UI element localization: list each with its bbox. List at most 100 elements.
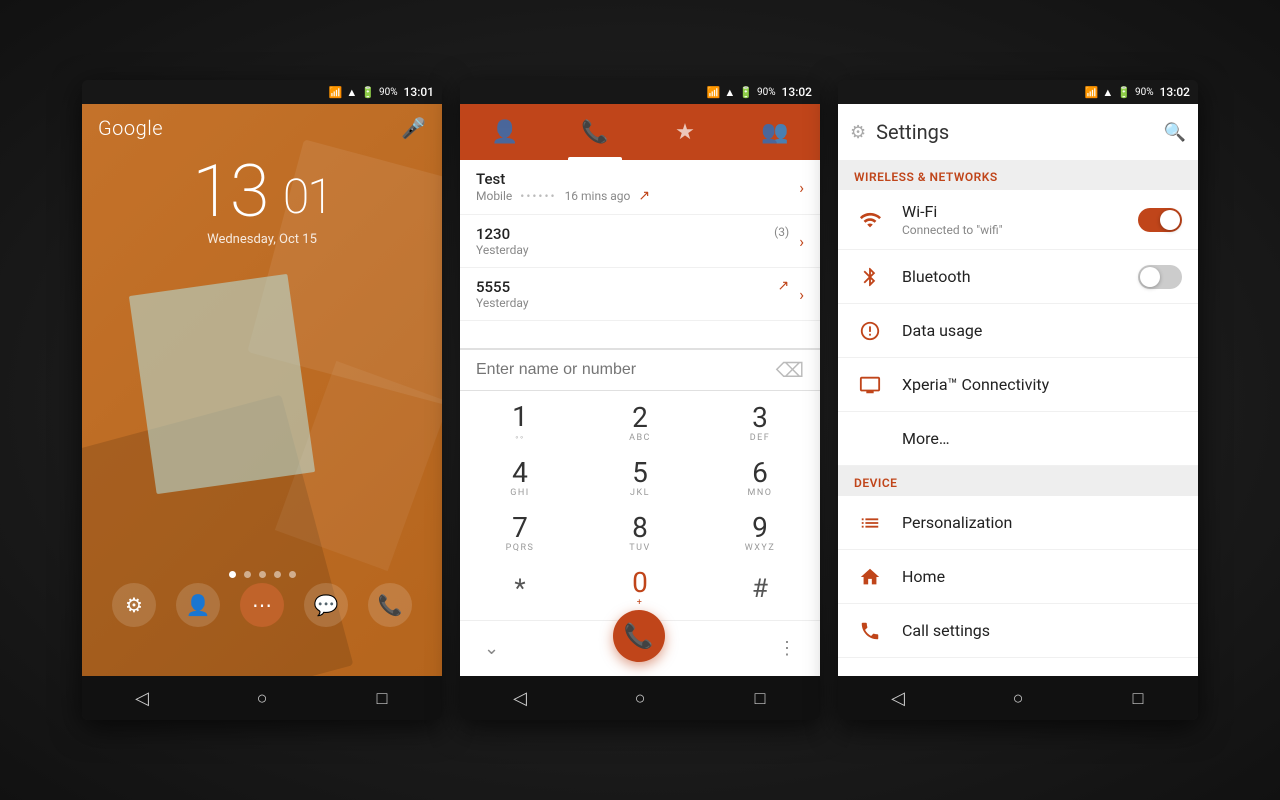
settings-more[interactable]: More… — [838, 412, 1198, 466]
call-number-test: •••••• — [520, 189, 556, 203]
settings-search-bar: Settings — [876, 120, 1153, 144]
call-name-1230: 1230 — [476, 225, 510, 243]
call-nav-5555[interactable]: › — [799, 285, 804, 304]
home-clock: 13 01 Wednesday, Oct 15 — [82, 156, 442, 247]
google-logo: Google — [98, 116, 163, 140]
key-8[interactable]: 8 TUV — [580, 506, 700, 561]
data-text: Data usage — [902, 321, 1182, 340]
dialer-input[interactable] — [476, 361, 776, 379]
status-time-dialer: 13:02 — [782, 85, 812, 99]
battery-level-d: 90% — [757, 87, 776, 98]
dock-contacts[interactable]: 👤 — [176, 583, 220, 627]
key-1[interactable]: 1 ◦◦ — [460, 395, 580, 451]
key-3[interactable]: 3 DEF — [700, 395, 820, 451]
data-label: Data usage — [902, 321, 1182, 340]
key-hash-sym: # — [752, 574, 768, 604]
status-bar-dialer: 📶 ▲ 🔋 90% 13:02 — [460, 80, 820, 104]
dock-phone[interactable]: 📞 — [368, 583, 412, 627]
settings-personalization[interactable]: Personalization — [838, 496, 1198, 550]
call-item-test[interactable]: Test Mobile •••••• 16 mins ago ↗ › — [460, 160, 820, 215]
signal-icon-d: ▲ — [724, 86, 735, 99]
wifi-sub: Connected to "wifi" — [902, 223, 1138, 237]
key-5-sub: JKL — [630, 488, 650, 498]
dock-messages[interactable]: 💬 — [304, 583, 348, 627]
collapse-icon[interactable]: ⌄ — [484, 638, 499, 659]
key-9[interactable]: 9 WXYZ — [700, 506, 820, 561]
call-text: Call settings — [902, 621, 1182, 640]
battery-icon-s: 🔋 — [1117, 86, 1131, 99]
data-icon — [854, 320, 886, 342]
key-7-sub: PQRS — [506, 543, 535, 553]
settings-call[interactable]: Call settings — [838, 604, 1198, 658]
battery-icon-d: 🔋 — [739, 86, 753, 99]
call-info-test: Test Mobile •••••• 16 mins ago ↗ — [476, 170, 789, 204]
settings-bluetooth[interactable]: Bluetooth — [838, 250, 1198, 304]
section-device: DEVICE — [838, 466, 1198, 496]
key-9-sub: WXYZ — [745, 543, 775, 553]
dialer-body: Test Mobile •••••• 16 mins ago ↗ › 1230 … — [460, 160, 820, 676]
key-3-sub: DEF — [750, 433, 771, 443]
call-detail-1230: Yesterday — [476, 243, 789, 257]
tab-contacts[interactable]: 👤 — [460, 104, 550, 160]
wifi-icon-setting — [854, 209, 886, 231]
nav-home[interactable]: ○ — [244, 680, 280, 716]
call-time-test: 16 mins ago — [565, 189, 631, 203]
settings-header: ⚙ Settings 🔍 — [838, 104, 1198, 160]
nav-back-d[interactable]: ◁ — [502, 680, 538, 716]
key-1-num: 1 — [512, 403, 528, 431]
mic-icon[interactable]: 🎤 — [401, 116, 426, 140]
settings-home[interactable]: Home — [838, 550, 1198, 604]
bt-toggle[interactable] — [1138, 265, 1182, 289]
nav-recent-s[interactable]: □ — [1120, 680, 1156, 716]
shape-3 — [129, 274, 315, 494]
bt-text: Bluetooth — [902, 267, 1138, 286]
nav-recent[interactable]: □ — [364, 680, 400, 716]
dock-settings[interactable]: ⚙ — [112, 583, 156, 627]
settings-gear-icon: ⚙ — [850, 122, 866, 143]
wifi-toggle[interactable] — [1138, 208, 1182, 232]
xperia-icon — [854, 374, 886, 396]
nav-recent-d[interactable]: □ — [742, 680, 778, 716]
nav-home-d[interactable]: ○ — [622, 680, 658, 716]
section-wireless: WIRELESS & NETWORKS — [838, 160, 1198, 190]
key-star[interactable]: * — [460, 561, 580, 616]
key-2[interactable]: 2 ABC — [580, 395, 700, 451]
settings-xperia[interactable]: Xperia™ Connectivity — [838, 358, 1198, 412]
nav-back-s[interactable]: ◁ — [880, 680, 916, 716]
dial-button[interactable]: 📞 — [613, 610, 665, 662]
nav-back[interactable]: ◁ — [124, 680, 160, 716]
phone-home: 📶 ▲ 🔋 90% 13:01 Google 🎤 13 01 Wednesday… — [82, 80, 442, 720]
wifi-icon-d: 📶 — [707, 86, 721, 99]
status-icons-settings: 📶 ▲ 🔋 90% — [1085, 86, 1154, 99]
call-item-1230[interactable]: 1230 (3) Yesterday › — [460, 215, 820, 268]
wifi-label: Wi-Fi — [902, 202, 1138, 221]
key-5[interactable]: 5 JKL — [580, 451, 700, 506]
key-6[interactable]: 6 MNO — [700, 451, 820, 506]
call-nav-test[interactable]: › — [799, 178, 804, 197]
call-time-1230: Yesterday — [476, 243, 529, 257]
nav-home-s[interactable]: ○ — [1000, 680, 1036, 716]
key-2-sub: ABC — [629, 433, 651, 443]
call-nav-1230[interactable]: › — [799, 232, 804, 251]
settings-sound[interactable]: Sound — [838, 658, 1198, 676]
key-0[interactable]: 0 + — [580, 561, 700, 616]
key-hash[interactable]: # — [700, 561, 820, 616]
call-info-1230: 1230 (3) Yesterday — [476, 225, 789, 257]
dock-apps[interactable]: ⋯ — [240, 583, 284, 627]
home-screen: Google 🎤 13 01 Wednesday, Oct 15 ⚙ 👤 ⋯ 💬… — [82, 104, 442, 676]
tab-groups[interactable]: 👥 — [730, 104, 820, 160]
backspace-icon[interactable]: ⌫ — [776, 358, 804, 382]
call-label: Call settings — [902, 621, 1182, 640]
call-item-5555[interactable]: 5555 ↗ Yesterday › — [460, 268, 820, 321]
personalization-label: Personalization — [902, 513, 1182, 532]
settings-search-icon[interactable]: 🔍 — [1164, 122, 1186, 143]
tab-favorites[interactable]: ★ — [640, 104, 730, 160]
key-4[interactable]: 4 GHI — [460, 451, 580, 506]
key-9-num: 9 — [752, 514, 768, 542]
more-options-icon[interactable]: ⋮ — [778, 638, 796, 659]
settings-wifi[interactable]: Wi-Fi Connected to "wifi" — [838, 190, 1198, 250]
personalization-icon — [854, 512, 886, 534]
key-7[interactable]: 7 PQRS — [460, 506, 580, 561]
tab-phone[interactable]: 📞 — [550, 104, 640, 160]
settings-data-usage[interactable]: Data usage — [838, 304, 1198, 358]
